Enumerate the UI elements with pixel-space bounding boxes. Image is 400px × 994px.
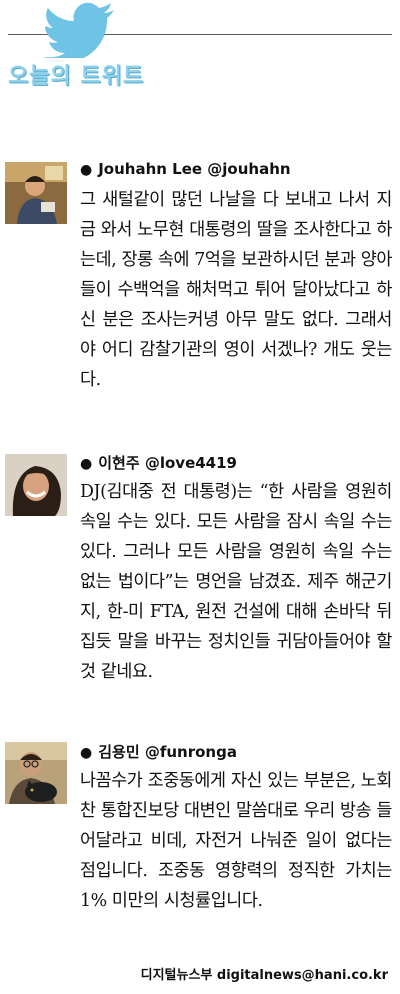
twitter-bird-icon xyxy=(44,2,114,58)
tweet-text: 그 새털같이 많던 나날을 다 보내고 나서 지금 와서 노무현 대통령의 딸을… xyxy=(80,190,392,390)
bullet-icon: ● xyxy=(80,745,93,761)
avatar xyxy=(5,742,67,804)
tweet-author: ● 이현주 @love4419 xyxy=(80,454,237,472)
avatar xyxy=(5,454,67,516)
byline: 디지털뉴스부 digitalnews@hani.co.kr xyxy=(140,968,388,983)
bullet-icon: ● xyxy=(80,162,93,178)
tweet-author: ● Jouhahn Lee @jouhahn xyxy=(80,160,291,178)
avatar xyxy=(5,162,67,224)
tweet-author: ● 김용민 @funronga xyxy=(80,743,237,761)
tweet-text: DJ(김대중 전 대통령)는 “한 사람을 영원히 속일 수는 있다. 모든 사… xyxy=(80,482,392,682)
bullet-icon: ● xyxy=(80,456,93,472)
tweet-text: 나꼼수가 조중동에게 자신 있는 부분은, 노회찬 통합진보당 대변인 말씀대로… xyxy=(80,771,392,911)
section-title: 오늘의 트위트 xyxy=(8,64,145,89)
